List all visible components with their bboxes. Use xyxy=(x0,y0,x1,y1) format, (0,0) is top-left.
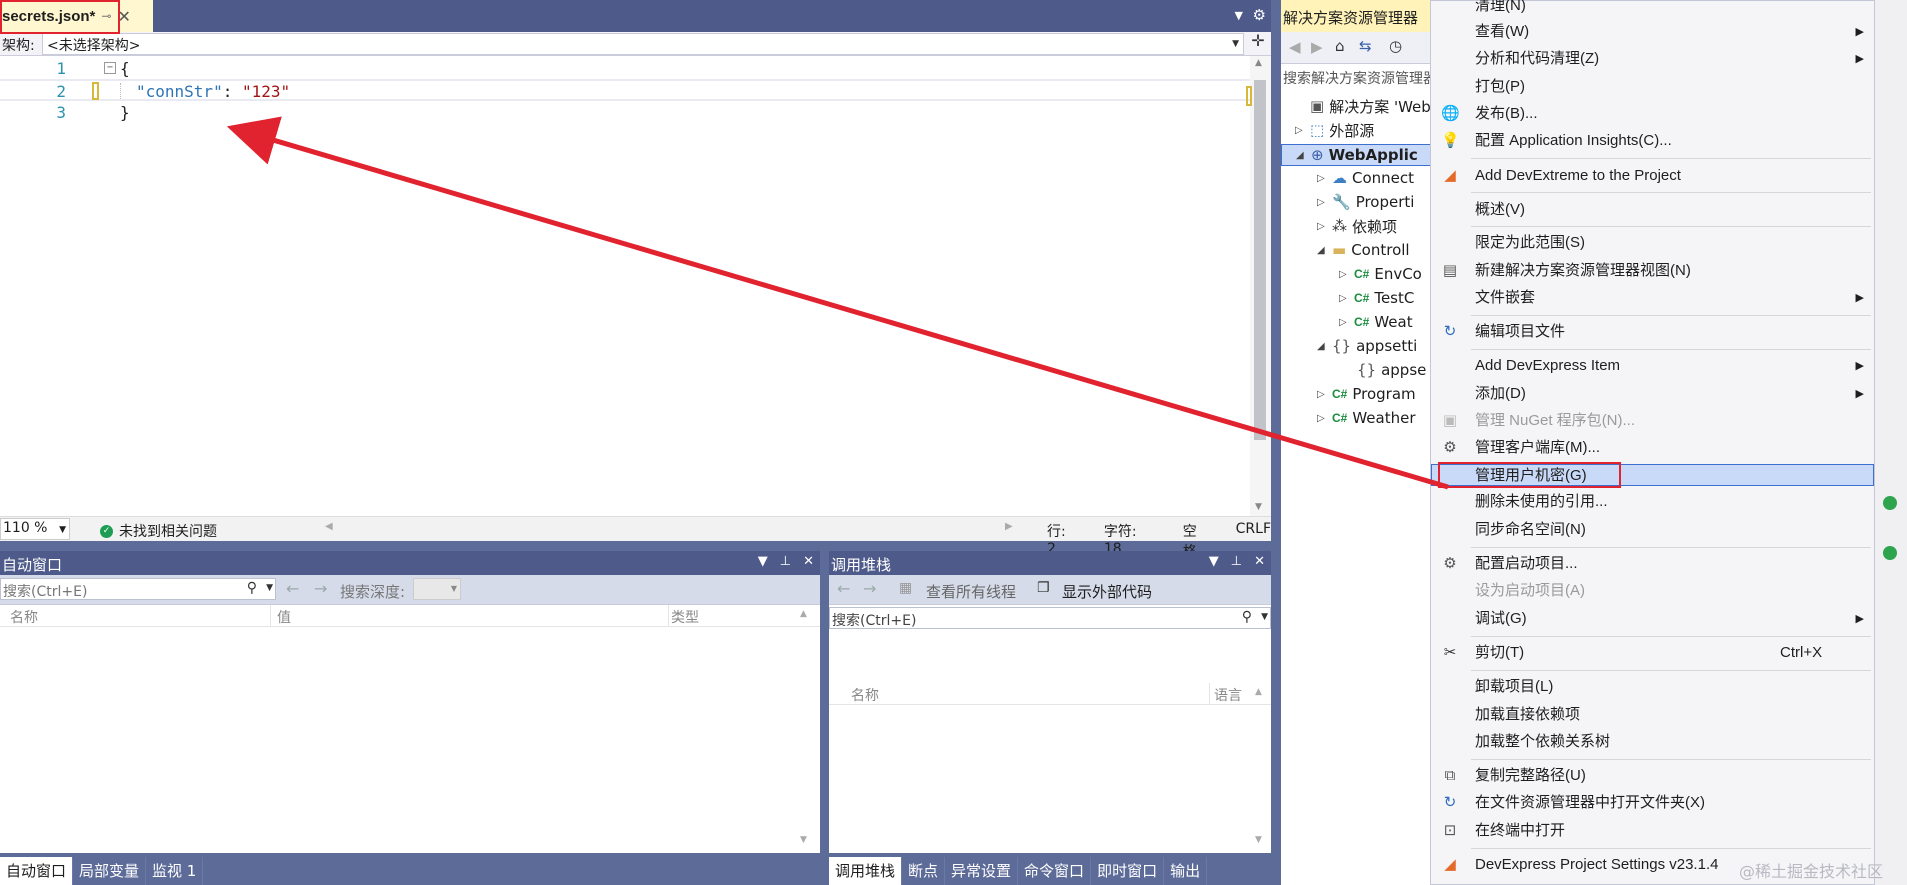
watermark: @稀土掘金技术社区 xyxy=(1739,862,1884,881)
annotation-arrow xyxy=(226,116,1449,490)
